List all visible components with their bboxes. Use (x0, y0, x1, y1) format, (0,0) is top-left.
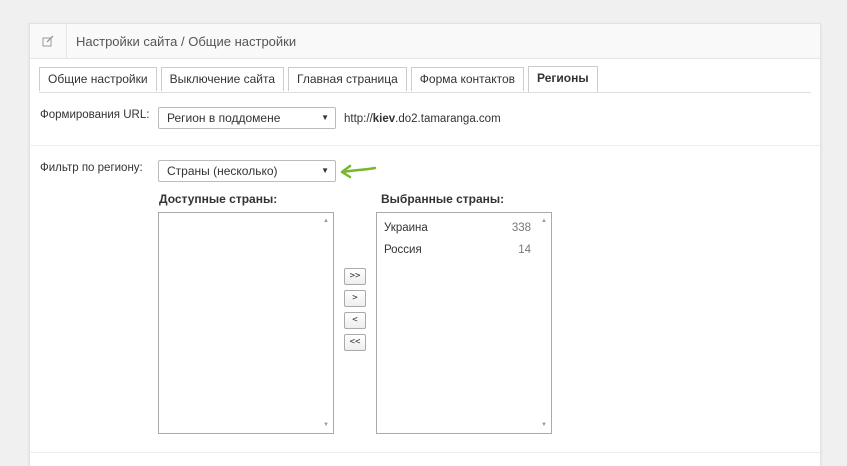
move-all-right-button[interactable]: >> (344, 268, 366, 285)
tab-contact-form[interactable]: Форма контактов (410, 67, 525, 91)
divider (30, 452, 820, 453)
arrow-left-icon (340, 164, 377, 179)
scrollbar[interactable]: ▲ ▼ (319, 213, 333, 433)
move-right-button[interactable]: > (344, 290, 366, 307)
chevron-down-icon: ▼ (321, 113, 329, 122)
scroll-up-icon[interactable]: ▲ (319, 215, 333, 227)
country-name: Россия (384, 244, 422, 256)
country-count: 338 (511, 222, 531, 234)
scrollbar[interactable]: ▲ ▼ (537, 213, 551, 433)
region-filter-label: Фильтр по региону: (40, 162, 143, 174)
url-prefix: http:// (344, 113, 373, 125)
settings-panel: Настройки сайта / Общие настройки Общие … (29, 23, 821, 466)
available-countries-list[interactable]: ▲ ▼ (158, 212, 334, 434)
country-count: 14 (518, 244, 531, 256)
tab-site-off[interactable]: Выключение сайта (160, 67, 285, 91)
url-format-select[interactable]: Регион в поддомене ▼ (158, 107, 336, 129)
tab-general[interactable]: Общие настройки (39, 67, 157, 91)
divider (30, 145, 820, 146)
scroll-down-icon[interactable]: ▼ (537, 419, 551, 431)
selected-countries-list[interactable]: Украина 338 Россия 14 ▲ ▼ (376, 212, 552, 434)
url-subdomain: kiev (372, 113, 396, 125)
region-filter-select[interactable]: Страны (несколько) ▼ (158, 160, 336, 182)
country-name: Украина (384, 222, 428, 234)
panel-header: Настройки сайта / Общие настройки (30, 24, 820, 59)
move-left-button[interactable]: < (344, 312, 366, 329)
tab-home-page[interactable]: Главная страница (288, 67, 407, 91)
scroll-down-icon[interactable]: ▼ (319, 419, 333, 431)
scroll-up-icon[interactable]: ▲ (537, 215, 551, 227)
url-example: http://kiev.do2.tamaranga.com (344, 113, 501, 125)
tab-bar: Общие настройки Выключение сайта Главная… (39, 66, 811, 93)
url-format-value: Регион в поддомене (167, 111, 281, 125)
move-all-left-button[interactable]: << (344, 334, 366, 351)
tab-regions[interactable]: Регионы (528, 66, 598, 92)
list-item[interactable]: Украина 338 (384, 218, 531, 238)
url-domain: .do2.tamaranga.com (395, 113, 501, 125)
chevron-down-icon: ▼ (321, 166, 329, 175)
list-item[interactable]: Россия 14 (384, 240, 531, 260)
available-list-title: Доступные страны: (159, 192, 278, 206)
region-filter-value: Страны (несколько) (167, 164, 278, 178)
selected-list-title: Выбранные страны: (381, 192, 505, 206)
url-format-label: Формирования URL: (40, 109, 150, 121)
edit-icon (30, 24, 67, 58)
page-title: Настройки сайта / Общие настройки (76, 33, 297, 49)
